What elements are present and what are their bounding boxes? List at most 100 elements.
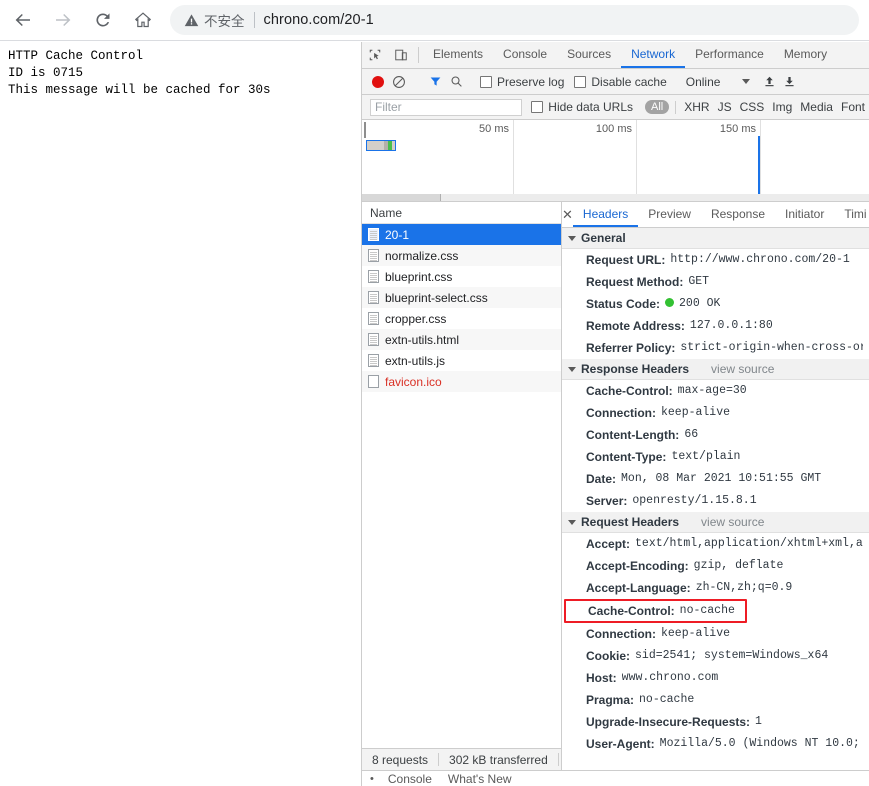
- import-har-button[interactable]: [759, 75, 779, 88]
- stylesheet-icon: [368, 291, 379, 304]
- request-column-header[interactable]: Name: [362, 202, 561, 224]
- preserve-log-box: [480, 76, 492, 88]
- filter-type-font[interactable]: Font: [837, 100, 869, 114]
- address-bar[interactable]: 不安全 chrono.com/20-1: [170, 5, 859, 35]
- overview-scrollbar-track[interactable]: [441, 194, 869, 201]
- reload-button[interactable]: [86, 3, 120, 37]
- overview-gridline-150: [760, 120, 761, 201]
- export-har-button[interactable]: [779, 75, 799, 88]
- table-row[interactable]: cropper.css: [362, 308, 561, 329]
- table-row[interactable]: blueprint-select.css: [362, 287, 561, 308]
- header-key: Host:: [586, 670, 617, 686]
- filter-input[interactable]: [370, 99, 522, 116]
- page-body-text: HTTP Cache Control ID is 0715 This messa…: [0, 42, 360, 786]
- headers-body[interactable]: General Request URL: http://www.chrono.c…: [562, 228, 869, 758]
- section-request-headers-title: Request Headers: [581, 515, 679, 529]
- tab-headers[interactable]: Headers: [573, 202, 638, 227]
- search-button[interactable]: [450, 75, 463, 88]
- forward-arrow-icon: [53, 10, 73, 30]
- overview-selection-handle[interactable]: [362, 194, 441, 201]
- triangle-down-icon: [568, 236, 576, 241]
- tab-response[interactable]: Response: [701, 202, 775, 227]
- hide-data-urls-checkbox[interactable]: Hide data URLs: [531, 100, 633, 114]
- disable-cache-checkbox[interactable]: Disable cache: [574, 75, 666, 89]
- tab-network[interactable]: Network: [621, 42, 685, 68]
- filter-button[interactable]: [429, 75, 442, 88]
- header-value: openresty/1.15.8.1: [632, 493, 756, 509]
- tab-memory[interactable]: Memory: [774, 42, 837, 68]
- tab-performance[interactable]: Performance: [685, 42, 774, 68]
- overview-request-bar: [366, 140, 396, 151]
- tab-initiator[interactable]: Initiator: [775, 202, 834, 227]
- inspect-element-button[interactable]: [362, 42, 388, 68]
- request-count: 8 requests: [362, 753, 438, 767]
- clear-circle-slash-icon: [392, 75, 406, 89]
- preserve-log-checkbox[interactable]: Preserve log: [480, 75, 564, 89]
- overview-tick-150ms: 150 ms: [720, 123, 760, 135]
- devtools-panel: Elements Console Sources Network Perform…: [361, 42, 869, 786]
- filter-type-xhr[interactable]: XHR: [680, 100, 713, 114]
- filter-type-js[interactable]: JS: [714, 100, 736, 114]
- section-request-headers[interactable]: Request Headers view source: [562, 512, 869, 533]
- header-key: Remote Address:: [586, 318, 685, 334]
- tab-elements[interactable]: Elements: [423, 42, 493, 68]
- header-key: Pragma:: [586, 692, 634, 708]
- tab-preview[interactable]: Preview: [638, 202, 701, 227]
- overview-gridline-50: [513, 120, 514, 201]
- overview-start-tick: [364, 122, 366, 138]
- record-button[interactable]: [372, 76, 384, 88]
- request-name: normalize.css: [385, 249, 458, 263]
- drawer-bullet-icon: •: [370, 773, 374, 785]
- request-list[interactable]: 20-1 normalize.css blueprint.css bluepri…: [362, 224, 561, 758]
- header-key: Content-Type:: [586, 449, 666, 465]
- tab-timing-label: Timi: [844, 207, 866, 221]
- header-value: keep-alive: [661, 405, 730, 421]
- tab-console[interactable]: Console: [493, 42, 557, 68]
- tab-sources[interactable]: Sources: [557, 42, 621, 68]
- drawer-tab-console[interactable]: Console: [380, 772, 440, 786]
- overview-bar-wait-segment: [367, 141, 384, 150]
- clear-button[interactable]: [392, 75, 406, 89]
- view-source-request-link[interactable]: view source: [701, 515, 764, 529]
- tab-headers-label: Headers: [583, 207, 628, 221]
- table-row[interactable]: extn-utils.js: [362, 350, 561, 371]
- security-warning[interactable]: 不安全: [184, 10, 245, 30]
- stylesheet-icon: [368, 270, 379, 283]
- table-row[interactable]: normalize.css: [362, 245, 561, 266]
- table-row[interactable]: favicon.ico: [362, 371, 561, 392]
- table-row[interactable]: blueprint.css: [362, 266, 561, 287]
- filter-type-css[interactable]: CSS: [736, 100, 769, 114]
- status-divider-2: [558, 753, 559, 766]
- home-button[interactable]: [126, 3, 160, 37]
- section-general[interactable]: General: [562, 228, 869, 249]
- section-response-headers-title: Response Headers: [581, 362, 689, 376]
- tab-timing[interactable]: Timi: [834, 202, 869, 227]
- warning-triangle-icon: [184, 13, 199, 28]
- header-row: Content-Length: 66: [562, 424, 869, 446]
- view-source-response-link[interactable]: view source: [711, 362, 774, 376]
- header-key: Connection:: [586, 405, 656, 421]
- close-detail-button[interactable]: ✕: [562, 202, 573, 227]
- forward-button[interactable]: [46, 3, 80, 37]
- drawer-tab-whats-new[interactable]: What's New: [440, 772, 520, 786]
- status-code-text: 200 OK: [679, 297, 720, 310]
- device-toolbar-button[interactable]: [388, 42, 414, 68]
- hide-data-urls-label: Hide data URLs: [548, 100, 633, 114]
- document-icon: [368, 228, 379, 241]
- table-row[interactable]: extn-utils.html: [362, 329, 561, 350]
- transferred-size: 302 kB transferred: [439, 753, 558, 767]
- security-warning-text: 不安全: [204, 10, 245, 30]
- header-row: Connection: keep-alive: [562, 623, 869, 645]
- network-overview-timeline[interactable]: 50 ms 100 ms 150 ms: [362, 120, 869, 202]
- filter-type-media[interactable]: Media: [796, 100, 837, 114]
- filter-type-img[interactable]: Img: [768, 100, 796, 114]
- tab-sources-label: Sources: [567, 47, 611, 61]
- section-response-headers[interactable]: Response Headers view source: [562, 359, 869, 380]
- table-row[interactable]: 20-1: [362, 224, 561, 245]
- throttling-dropdown[interactable]: Online: [686, 75, 751, 89]
- header-key: Server:: [586, 493, 627, 509]
- header-value: text/html,application/xhtml+xml,appl: [635, 536, 863, 552]
- back-button[interactable]: [6, 3, 40, 37]
- network-status-bar: 8 requests 302 kB transferred: [362, 748, 562, 770]
- filter-type-all[interactable]: All: [645, 100, 669, 114]
